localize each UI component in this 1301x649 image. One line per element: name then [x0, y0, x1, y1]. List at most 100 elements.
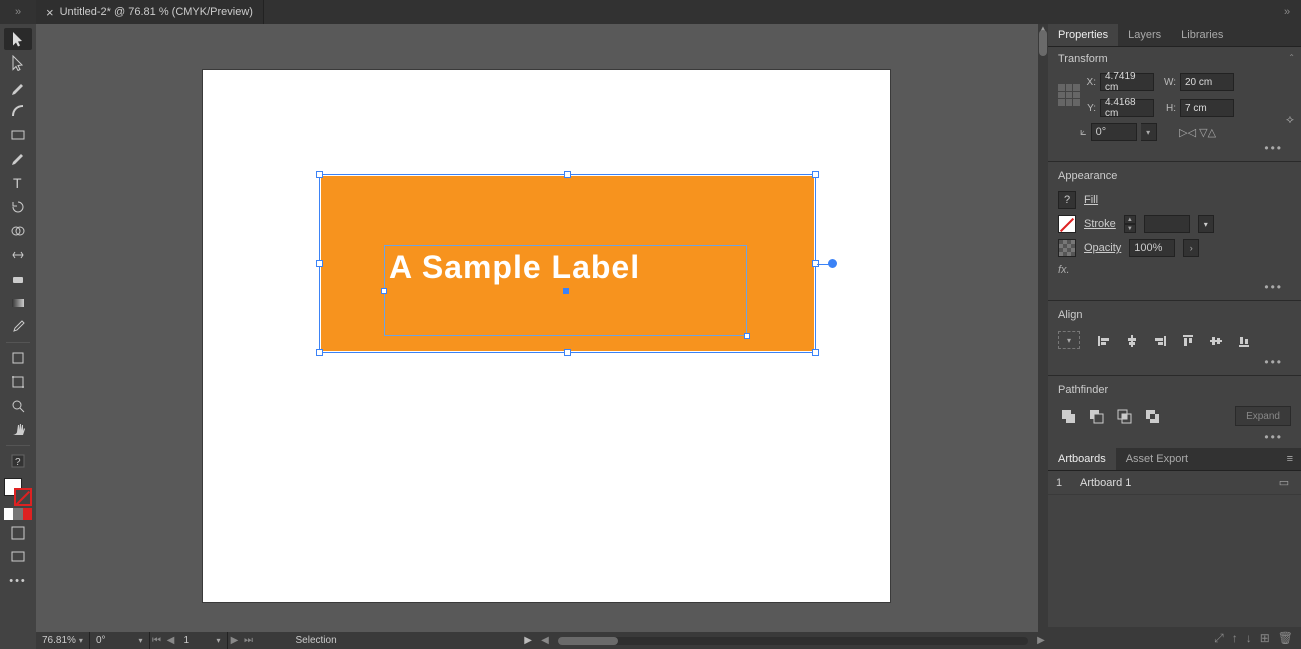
- selection-tool[interactable]: [4, 28, 32, 50]
- free-transform-tool[interactable]: [4, 371, 32, 393]
- status-play-icon[interactable]: ▶: [524, 635, 532, 646]
- fill-swatch-unknown[interactable]: ?: [1058, 191, 1076, 209]
- shape-builder-tool[interactable]: [4, 220, 32, 242]
- transform-more-icon[interactable]: •••: [1058, 141, 1291, 155]
- type-tool[interactable]: T: [4, 172, 32, 194]
- tab-properties[interactable]: Properties: [1048, 24, 1118, 46]
- align-more-icon[interactable]: •••: [1058, 355, 1291, 369]
- opacity-swatch-icon[interactable]: [1058, 239, 1076, 257]
- fill-stroke-swatch[interactable]: [4, 478, 32, 506]
- resize-handle-bottom-mid[interactable]: [564, 349, 571, 356]
- resize-handle-mid-left[interactable]: [316, 260, 323, 267]
- rotate-view-field[interactable]: 0°▾: [90, 632, 150, 649]
- pathfinder-exclude-icon[interactable]: [1142, 406, 1162, 426]
- text-handle-bottom-right[interactable]: [744, 333, 750, 339]
- y-field[interactable]: 4.4168 cm: [1100, 99, 1154, 117]
- align-to-dropdown[interactable]: ▾: [1058, 331, 1080, 349]
- paintbrush-tool[interactable]: [4, 148, 32, 170]
- canvas-viewport[interactable]: A Sample Label: [36, 24, 1038, 632]
- appearance-more-icon[interactable]: •••: [1058, 280, 1291, 294]
- zoom-tool[interactable]: [4, 395, 32, 417]
- curvature-tool[interactable]: [4, 100, 32, 122]
- rotate-angle-dropdown[interactable]: ▾: [1141, 123, 1157, 141]
- pen-tool[interactable]: [4, 76, 32, 98]
- fill-label[interactable]: Fill: [1084, 194, 1098, 206]
- rectangle-tool[interactable]: [4, 124, 32, 146]
- tab-layers[interactable]: Layers: [1118, 24, 1171, 46]
- close-tab-icon[interactable]: ×: [46, 6, 54, 19]
- pathfinder-intersect-icon[interactable]: [1114, 406, 1134, 426]
- hscroll-thumb[interactable]: [558, 637, 618, 645]
- stroke-swatch-none[interactable]: [14, 488, 32, 506]
- w-field[interactable]: 20 cm: [1180, 73, 1234, 91]
- color-mode-row[interactable]: [4, 508, 32, 520]
- stroke-weight-stepper[interactable]: ▲▼: [1124, 215, 1136, 233]
- stroke-swatch-none[interactable]: [1058, 215, 1076, 233]
- align-right-icon[interactable]: [1150, 331, 1170, 351]
- resize-handle-top-mid[interactable]: [564, 171, 571, 178]
- opacity-field[interactable]: 100%: [1129, 239, 1175, 257]
- eraser-tool[interactable]: [4, 268, 32, 290]
- screen-mode[interactable]: [4, 546, 32, 568]
- tab-libraries[interactable]: Libraries: [1171, 24, 1233, 46]
- width-tool[interactable]: [4, 244, 32, 266]
- artboard-name[interactable]: Artboard 1: [1080, 477, 1275, 489]
- reference-point-grid[interactable]: [1058, 84, 1080, 106]
- hand-tool[interactable]: [4, 419, 32, 441]
- prev-artboard-icon[interactable]: ◀: [164, 635, 178, 646]
- scroll-thumb[interactable]: [1039, 30, 1047, 56]
- direct-selection-tool[interactable]: [4, 52, 32, 74]
- stroke-weight-field[interactable]: [1144, 215, 1190, 233]
- tab-artboards[interactable]: Artboards: [1048, 448, 1116, 470]
- align-hcenter-icon[interactable]: [1122, 331, 1142, 351]
- fill-indicator-unknown[interactable]: ?: [4, 450, 32, 472]
- resize-handle-top-left[interactable]: [316, 171, 323, 178]
- link-wh-icon[interactable]: ⟡: [1283, 99, 1297, 139]
- delete-artboard-icon[interactable]: 🗑: [1278, 631, 1293, 645]
- align-bottom-icon[interactable]: [1234, 331, 1254, 351]
- resize-handle-bottom-right[interactable]: [812, 349, 819, 356]
- hscroll-right-icon[interactable]: ▶: [1034, 635, 1048, 646]
- last-artboard-icon[interactable]: ⏭: [242, 635, 256, 646]
- pathfinder-more-icon[interactable]: •••: [1058, 430, 1291, 444]
- collapse-transform-icon[interactable]: ⌃: [1288, 53, 1295, 62]
- expand-panels-left-icon[interactable]: »: [0, 0, 36, 24]
- artboard-orientation-icon[interactable]: ▭: [1275, 476, 1293, 489]
- artboard-number-field[interactable]: 1▾: [178, 632, 228, 649]
- resize-handle-bottom-left[interactable]: [316, 349, 323, 356]
- artboard-row[interactable]: 1 Artboard 1 ▭: [1048, 471, 1301, 495]
- draw-mode[interactable]: [4, 522, 32, 544]
- stroke-profile-dropdown[interactable]: ▾: [1198, 215, 1214, 233]
- artboards-panel-menu-icon[interactable]: ≡: [1279, 448, 1301, 470]
- hscroll-left-icon[interactable]: ◀: [538, 635, 552, 646]
- text-handle-left[interactable]: [381, 288, 387, 294]
- flip-vertical-icon[interactable]: ▽△: [1201, 125, 1215, 139]
- expand-panels-right-icon[interactable]: »: [1273, 0, 1301, 24]
- next-artboard-icon[interactable]: ▶: [228, 635, 242, 646]
- opacity-label[interactable]: Opacity: [1084, 242, 1121, 254]
- rearrange-artboards-icon[interactable]: ⤢: [1214, 631, 1224, 646]
- eyedropper-tool[interactable]: [4, 316, 32, 338]
- move-up-icon[interactable]: ↑: [1232, 631, 1238, 645]
- rotate-angle-field[interactable]: 0°: [1091, 123, 1137, 141]
- h-field[interactable]: 7 cm: [1180, 99, 1234, 117]
- artboard-tool[interactable]: [4, 347, 32, 369]
- stroke-label[interactable]: Stroke: [1084, 218, 1116, 230]
- horizontal-scrollbar[interactable]: [558, 637, 1028, 645]
- first-artboard-icon[interactable]: ⏮: [150, 635, 164, 646]
- zoom-field[interactable]: 76.81%▾: [36, 632, 90, 649]
- vertical-scrollbar[interactable]: ▲: [1038, 24, 1048, 632]
- new-artboard-icon[interactable]: ⊞: [1260, 631, 1270, 645]
- text-center-point[interactable]: [563, 288, 569, 294]
- tab-asset-export[interactable]: Asset Export: [1116, 448, 1198, 470]
- rotate-handle[interactable]: [828, 259, 837, 268]
- align-top-icon[interactable]: [1178, 331, 1198, 351]
- rotate-tool[interactable]: [4, 196, 32, 218]
- flip-horizontal-icon[interactable]: ▷◁: [1181, 125, 1195, 139]
- pathfinder-unite-icon[interactable]: [1058, 406, 1078, 426]
- align-vcenter-icon[interactable]: [1206, 331, 1226, 351]
- document-tab[interactable]: × Untitled-2* @ 76.81 % (CMYK/Preview): [36, 0, 264, 24]
- move-down-icon[interactable]: ↓: [1246, 631, 1252, 645]
- sample-label-text[interactable]: A Sample Label: [389, 249, 640, 286]
- text-frame-object[interactable]: A Sample Label: [384, 245, 747, 336]
